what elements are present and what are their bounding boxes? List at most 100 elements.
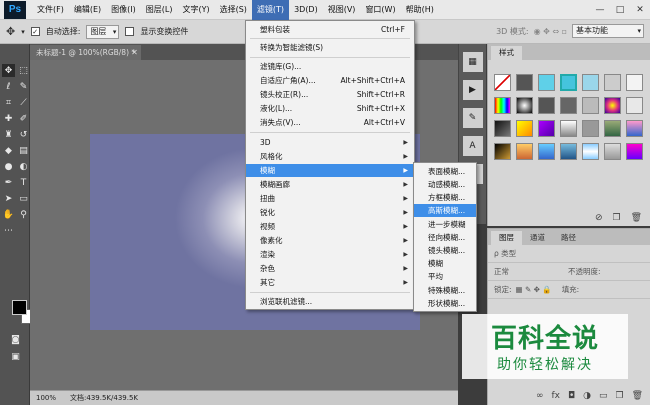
filter-menu-item[interactable]: 自适应广角(A)... Alt+Shift+Ctrl+A — [246, 74, 414, 87]
blur-menu-item[interactable]: 表面模糊... — [414, 165, 476, 178]
history-panel-icon[interactable]: ▦ — [462, 52, 483, 72]
hand-tool-icon[interactable]: ✋ — [2, 208, 15, 221]
new-layer-icon[interactable]: ❐ — [615, 391, 623, 401]
tab-styles[interactable]: 样式 — [491, 46, 522, 60]
move-tool-icon[interactable]: ✥ — [6, 25, 15, 38]
layer-filter-select[interactable]: ρ 类型 — [494, 245, 516, 262]
blur-menu-item[interactable]: 形状模糊... — [414, 297, 476, 310]
workspace-select[interactable]: 基本功能 — [572, 24, 644, 38]
style-swatch[interactable] — [626, 74, 643, 91]
close-icon[interactable]: ✕ — [630, 0, 650, 20]
style-swatch[interactable] — [626, 97, 643, 114]
fx-icon[interactable]: fx — [551, 391, 560, 401]
menu-image[interactable]: 图像(I) — [106, 0, 141, 20]
marquee-tool-icon[interactable]: ⬚ — [17, 64, 30, 77]
auto-select-checkbox[interactable]: ✓ — [30, 27, 40, 36]
filter-menu-item[interactable]: 其它 ▶ — [246, 276, 414, 289]
gradient-tool-icon[interactable]: ▤ — [17, 144, 30, 157]
style-swatch[interactable] — [582, 120, 599, 137]
eraser-tool-icon[interactable]: ◆ — [2, 144, 15, 157]
menu-edit[interactable]: 编辑(E) — [69, 0, 106, 20]
blend-mode-select[interactable]: 正常 — [494, 263, 564, 280]
character-panel-icon[interactable]: A — [462, 136, 483, 156]
style-swatch[interactable] — [494, 120, 511, 137]
close-tab-icon[interactable]: ✕ — [131, 45, 138, 60]
style-swatch[interactable] — [538, 97, 555, 114]
delete-style-icon[interactable]: 🗑 — [631, 213, 642, 223]
actions-panel-icon[interactable]: ▶ — [462, 80, 483, 100]
quick-select-tool-icon[interactable]: ✎ — [17, 80, 30, 93]
menu-window[interactable]: 窗口(W) — [360, 0, 400, 20]
style-swatch[interactable] — [560, 97, 577, 114]
zoom-tool-icon[interactable]: ⚲ — [17, 208, 30, 221]
dodge-tool-icon[interactable]: ◐ — [17, 160, 30, 173]
filter-menu-item[interactable]: 渲染 ▶ — [246, 248, 414, 261]
pen-tool-icon[interactable]: ✒ — [2, 176, 15, 189]
filter-menu-item[interactable]: 塑料包装 Ctrl+F — [246, 23, 414, 36]
style-swatch[interactable] — [538, 120, 555, 137]
style-swatch-none[interactable] — [494, 74, 511, 91]
more-tools-icon[interactable]: ⋯ — [2, 224, 15, 237]
show-transform-checkbox[interactable] — [125, 27, 135, 36]
3d-mode-icon[interactable]: ◉ ✥ ⇔ ▫ — [534, 27, 567, 36]
new-group-icon[interactable]: ▭ — [599, 391, 608, 401]
minimize-icon[interactable]: — — [590, 0, 610, 20]
crop-tool-icon[interactable]: ⌗ — [2, 96, 15, 109]
document-tab[interactable]: 未标题-1 @ 100%(RGB/8) * — [30, 45, 142, 60]
clear-style-icon[interactable]: ⊘ — [595, 213, 603, 223]
link-layers-icon[interactable]: ∞ — [536, 391, 544, 401]
healing-brush-icon[interactable]: ✚ — [2, 112, 15, 125]
style-swatch[interactable] — [560, 120, 577, 137]
tab-layers[interactable]: 图层 — [491, 231, 522, 245]
quick-mask-icon[interactable]: ◙ — [9, 333, 22, 346]
style-swatch[interactable] — [582, 74, 599, 91]
filter-menu-item[interactable]: 镜头校正(R)... Shift+Ctrl+R — [246, 88, 414, 101]
zoom-level[interactable]: 100% — [36, 391, 56, 405]
filter-menu-item[interactable]: 滤镜库(G)... — [246, 60, 414, 73]
style-swatch[interactable] — [560, 74, 577, 91]
blur-tool-icon[interactable]: ● — [2, 160, 15, 173]
screen-mode-icon[interactable]: ▣ — [9, 350, 22, 363]
menu-file[interactable]: 文件(F) — [32, 0, 69, 20]
delete-layer-icon[interactable]: 🗑 — [632, 391, 643, 401]
maximize-icon[interactable]: □ — [610, 0, 630, 20]
blur-menu-item[interactable]: 平均 — [414, 270, 476, 283]
style-swatch[interactable] — [494, 143, 511, 160]
brush-panel-icon[interactable]: ✎ — [462, 108, 483, 128]
clone-stamp-icon[interactable]: ♜ — [2, 128, 15, 141]
filter-menu-item[interactable]: 像素化 ▶ — [246, 234, 414, 247]
blur-menu-item[interactable]: 动感模糊... — [414, 178, 476, 191]
menu-filter[interactable]: 滤镜(T) — [251, 0, 290, 20]
style-swatch[interactable] — [516, 120, 533, 137]
filter-menu-item[interactable]: 浏览联机滤镜... — [246, 295, 414, 308]
filter-menu-item[interactable]: 液化(L)... Shift+Ctrl+X — [246, 102, 414, 115]
style-swatch[interactable] — [516, 97, 533, 114]
style-swatch[interactable] — [494, 97, 511, 114]
blur-menu-item[interactable]: 进一步模糊 — [414, 218, 476, 231]
new-style-icon[interactable]: ❐ — [612, 213, 620, 223]
filter-menu-item[interactable]: 锐化 ▶ — [246, 206, 414, 219]
lock-icons[interactable]: ▦ ✎ ✥ 🔒 — [516, 281, 552, 298]
style-swatch[interactable] — [626, 120, 643, 137]
style-swatch[interactable] — [626, 143, 643, 160]
menu-3d[interactable]: 3D(D) — [289, 0, 323, 20]
eyedropper-tool-icon[interactable]: ⟋ — [17, 96, 30, 109]
menu-view[interactable]: 视图(V) — [323, 0, 361, 20]
style-swatch[interactable] — [582, 97, 599, 114]
style-swatch[interactable] — [538, 74, 555, 91]
menu-layer[interactable]: 图层(L) — [141, 0, 178, 20]
style-swatch[interactable] — [604, 120, 621, 137]
blur-menu-item[interactable]: 特殊模糊... — [414, 284, 476, 297]
menu-select[interactable]: 选择(S) — [215, 0, 252, 20]
lasso-tool-icon[interactable]: ℓ — [2, 80, 15, 93]
style-swatch[interactable] — [604, 143, 621, 160]
blur-menu-item[interactable]: 径向模糊... — [414, 231, 476, 244]
style-swatch[interactable] — [604, 97, 621, 114]
add-mask-icon[interactable]: ◘ — [568, 391, 575, 401]
filter-menu-item[interactable]: 模糊画廊 ▶ — [246, 178, 414, 191]
style-swatch[interactable] — [538, 143, 555, 160]
blur-menu-item[interactable]: 镜头模糊... — [414, 244, 476, 257]
blur-menu-item-gaussian[interactable]: 高斯模糊... — [414, 204, 476, 217]
tab-paths[interactable]: 路径 — [553, 231, 584, 245]
type-tool-icon[interactable]: T — [17, 176, 30, 189]
